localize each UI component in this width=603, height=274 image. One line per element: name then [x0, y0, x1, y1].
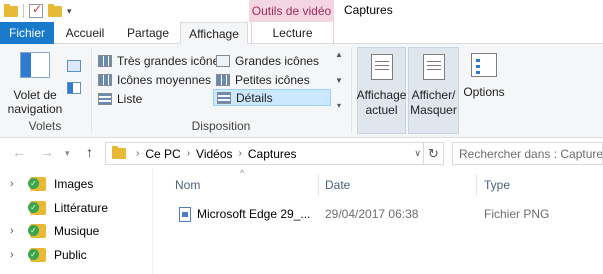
library-icon	[28, 200, 46, 215]
chevron-right-icon[interactable]: ›	[239, 148, 242, 159]
file-type: Fichier PNG	[484, 207, 550, 221]
scroll-down-icon[interactable]: ▼	[335, 76, 343, 85]
breadcrumb-this-pc[interactable]: Ce PC	[145, 147, 180, 161]
layout-small-icons[interactable]: Petites icônes	[213, 71, 313, 88]
layout-scroll[interactable]: ▲ ▼ ▾	[333, 50, 345, 110]
expand-gallery-icon[interactable]: ▾	[337, 101, 341, 110]
ribbon: Volet de navigation Volets Très grandes …	[0, 44, 603, 138]
folder-icon	[4, 3, 18, 17]
layout-extra-large-icons[interactable]: Très grandes icônes	[95, 52, 228, 69]
chevron-right-icon[interactable]: ›	[136, 148, 139, 159]
file-list: ^ Nom Date Type Microsoft Edge 29_... 29…	[154, 168, 603, 274]
address-dropdown-icon[interactable]: ∨	[414, 148, 421, 159]
address-bar[interactable]: › Ce PC › Vidéos › Captures ∨ ↻	[105, 142, 444, 165]
layout-small-label: Petites icônes	[235, 72, 310, 87]
properties-icon[interactable]	[29, 2, 43, 18]
column-header-type[interactable]: Type	[484, 174, 510, 196]
large-icons-icon	[216, 54, 230, 67]
nav-item-images[interactable]: › Images	[0, 172, 152, 195]
tab-home[interactable]: Accueil	[58, 22, 112, 44]
disposition-group-label: Disposition	[191, 119, 251, 133]
current-view-label: Affichage actuel	[356, 88, 407, 117]
options-label: Options	[463, 85, 505, 99]
tab-file[interactable]: Fichier	[0, 22, 54, 44]
nav-item-music[interactable]: › Musique	[0, 219, 152, 242]
small-icons-icon	[216, 73, 230, 86]
group-separator	[351, 48, 352, 132]
folder-icon	[112, 146, 126, 159]
options-button[interactable]: Options	[462, 53, 506, 99]
library-icon	[28, 223, 46, 238]
column-separator[interactable]	[318, 174, 319, 196]
tab-play[interactable]: Lecture	[251, 22, 334, 44]
nav-item-label: Littérature	[54, 200, 109, 215]
layout-medium-icons[interactable]: Icônes moyennes	[95, 71, 214, 88]
library-icon	[28, 247, 46, 262]
nav-item-literature[interactable]: Littérature	[0, 196, 152, 219]
breadcrumb-videos[interactable]: Vidéos	[196, 147, 232, 161]
column-header-name[interactable]: Nom	[175, 174, 200, 196]
navigation-pane-icon	[20, 52, 50, 78]
ribbon-tabs: Fichier Accueil Partage Affichage Lectur…	[0, 22, 603, 45]
layout-list[interactable]: Liste	[95, 90, 145, 107]
layout-list-label: Liste	[117, 91, 143, 106]
layout-details[interactable]: Détails	[213, 89, 331, 106]
layout-medium-label: Icônes moyennes	[117, 72, 212, 87]
table-row[interactable]: Microsoft Edge 29_... 29/04/2017 06:38 F…	[172, 204, 592, 224]
customize-qat-icon[interactable]: ▾	[67, 6, 72, 17]
image-file-icon	[179, 207, 191, 222]
show-hide-button[interactable]: Afficher/ Masquer	[408, 47, 459, 134]
layout-large-icons[interactable]: Grandes icônes	[213, 52, 322, 69]
layout-details-label: Détails	[236, 90, 273, 105]
navigation-pane-label: Volet de navigation	[7, 88, 63, 116]
search-input[interactable]: Rechercher dans : Captures	[452, 142, 603, 165]
title-bar: ▾ Outils de vidéo Captures	[0, 0, 603, 22]
column-header-date[interactable]: Date	[325, 174, 350, 196]
extra-large-icons-icon	[98, 54, 112, 67]
scroll-up-icon[interactable]: ▲	[335, 50, 343, 59]
column-separator[interactable]	[476, 174, 477, 196]
details-pane-icon[interactable]	[67, 82, 81, 94]
expand-chevron-icon[interactable]: ›	[10, 249, 24, 261]
quick-access-toolbar: ▾	[4, 2, 72, 20]
tab-view[interactable]: Affichage	[180, 22, 248, 45]
nav-item-public[interactable]: › Public	[0, 243, 152, 266]
recent-locations-icon[interactable]: ▾	[65, 148, 70, 159]
expand-chevron-icon[interactable]: ›	[10, 225, 24, 237]
options-icon	[471, 53, 497, 77]
navigation-pane-button[interactable]: Volet de navigation	[6, 52, 64, 116]
layout-extra-large-label: Très grandes icônes	[117, 53, 226, 68]
navigation-pane: › Images Littérature › Musique › Public	[0, 168, 153, 274]
file-name: Microsoft Edge 29_...	[197, 207, 311, 221]
show-hide-label: Afficher/ Masquer	[410, 88, 457, 117]
address-row: ← → ▾ ↑ › Ce PC › Vidéos › Captures ∨ ↻ …	[0, 138, 603, 168]
list-icon	[98, 92, 112, 105]
file-date: 29/04/2017 06:38	[325, 207, 419, 221]
nav-item-label: Images	[54, 176, 94, 191]
show-hide-icon	[422, 54, 445, 80]
layout-large-label: Grandes icônes	[235, 53, 320, 68]
chevron-right-icon[interactable]: ›	[187, 148, 190, 159]
forward-arrow-icon[interactable]: →	[40, 144, 54, 160]
medium-icons-icon	[98, 73, 112, 86]
details-icon	[217, 91, 231, 104]
tab-share[interactable]: Partage	[118, 22, 178, 44]
window-title: Captures	[344, 3, 393, 17]
nav-item-label: Public	[54, 247, 87, 262]
back-arrow-icon[interactable]: ←	[12, 144, 26, 160]
nav-item-label: Musique	[54, 223, 100, 238]
separator	[23, 4, 24, 18]
current-view-icon	[370, 54, 393, 80]
expand-chevron-icon[interactable]: ›	[10, 178, 24, 190]
sort-caret-icon: ^	[240, 168, 245, 178]
new-folder-icon[interactable]	[48, 3, 62, 17]
breadcrumb-captures[interactable]: Captures	[248, 147, 297, 161]
library-icon	[28, 176, 46, 191]
refresh-icon[interactable]: ↻	[423, 143, 443, 164]
up-arrow-icon[interactable]: ↑	[86, 144, 93, 160]
context-tab-group-label: Outils de vidéo	[249, 0, 334, 22]
preview-pane-icon[interactable]	[67, 60, 81, 72]
volets-group-label: Volets	[28, 119, 62, 133]
current-view-button[interactable]: Affichage actuel	[357, 47, 406, 134]
